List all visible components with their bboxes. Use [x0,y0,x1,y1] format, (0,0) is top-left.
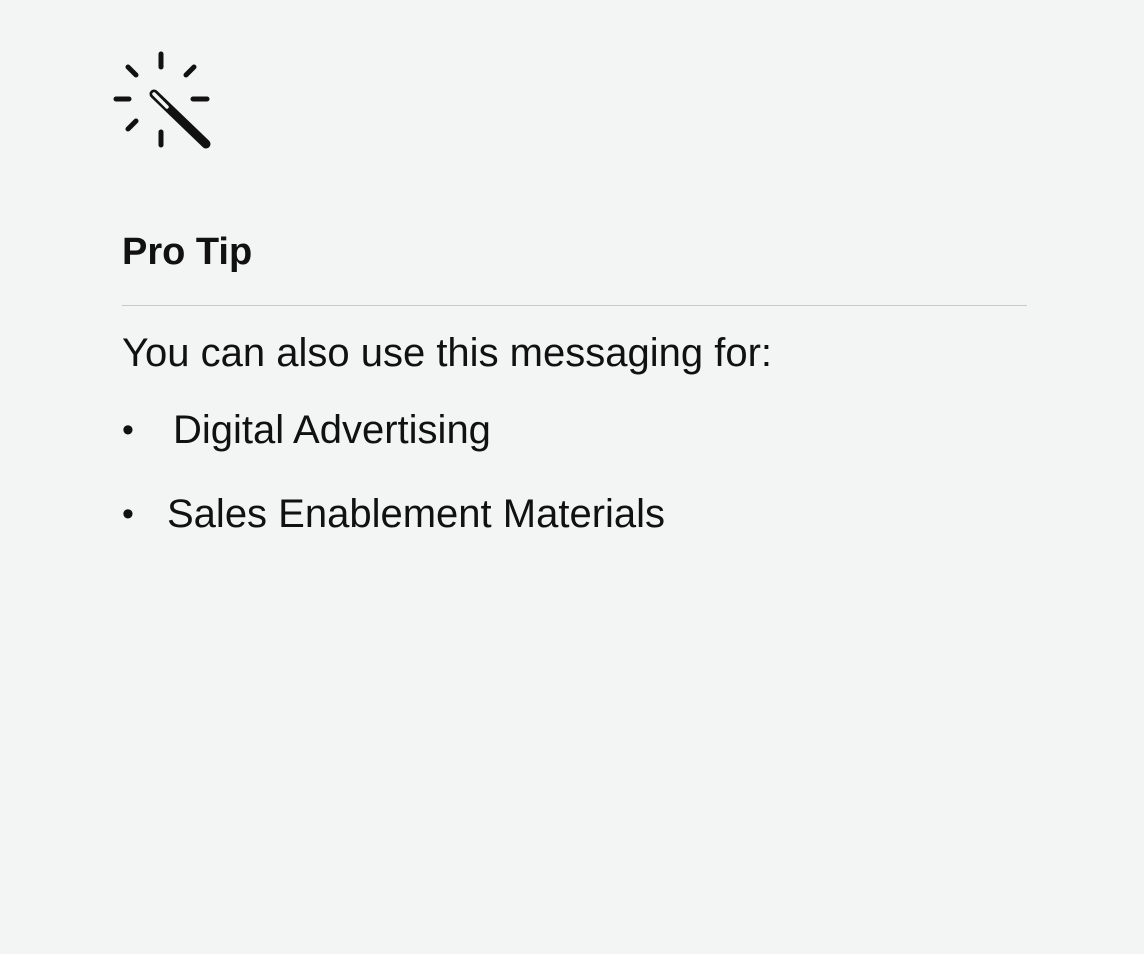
divider [122,305,1027,306]
tip-title: Pro Tip [122,231,253,273]
list-item-label: Sales Enablement Materials [167,492,666,536]
list-item-label: Digital Advertising [173,408,491,452]
tip-intro-text: You can also use this messaging for: [122,331,773,375]
pro-tip-card: Pro Tip You can also use this messaging … [0,0,1144,954]
magic-wand-icon [112,50,212,150]
bullet-icon: • [122,411,134,449]
bullet-icon: • [122,495,134,533]
